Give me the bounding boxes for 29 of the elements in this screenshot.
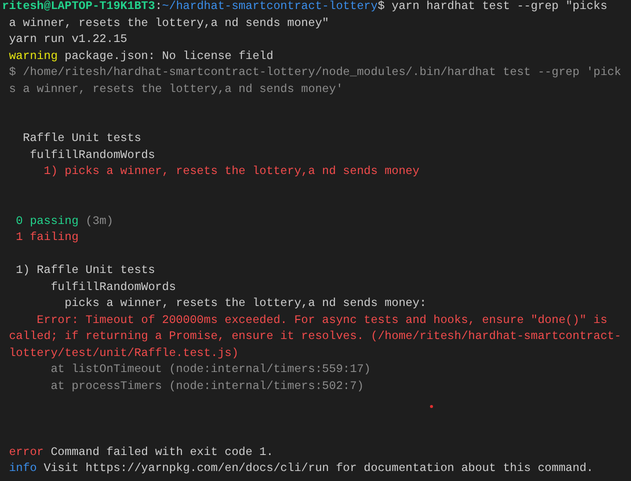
terminal-text: Command failed with exit code 1. xyxy=(50,446,274,458)
terminal-text: $ /home/ritesh/hardhat-smartcontract-lottery/node_modules/.bin/hardhat test --grep 'pick xyxy=(8,66,622,79)
terminal-text: $ yarn hardhat test --grep "picks xyxy=(378,0,608,13)
terminal-text: : xyxy=(155,0,162,13)
dot-mark xyxy=(430,405,433,408)
terminal-text: (3m) xyxy=(84,214,114,228)
terminal-text: 1) Raffle Unit tests xyxy=(14,264,156,277)
terminal-text: at listOnTimeout (node:internal/timers:559:17) xyxy=(50,363,371,376)
terminal-text: picks a winner, resets the lottery,a nd sends money: xyxy=(64,297,426,310)
terminal-text: s a winner, resets the lottery,a nd sends money' xyxy=(8,82,343,96)
warning-label: warning xyxy=(8,50,58,62)
terminal-text: Raffle Unit tests xyxy=(22,132,142,145)
terminal-text: fulfillRandomWords xyxy=(50,280,176,294)
error-text: called; if returning a Promise, ensure it resolves. (/home/ritesh/hardhat-smartcontract- xyxy=(8,330,622,343)
terminal-text: yarn run v1.22.15 xyxy=(8,33,128,46)
error-text: error xyxy=(8,446,44,458)
terminal-text: at processTimers (node:internal/timers:502:7) xyxy=(50,380,364,392)
error-text: lottery/test/unit/Raffle.test.js) xyxy=(8,346,239,360)
terminal-text: package.json: No license field xyxy=(64,50,274,62)
info-label: info xyxy=(8,462,37,475)
prompt-user: ritesh@LAPTOP-T19K1BT3 xyxy=(2,0,156,13)
terminal-text: fulfillRandomWords xyxy=(28,148,156,162)
error-text: 1 failing xyxy=(14,231,79,244)
error-text: Error: Timeout of 200000ms exceeded. For async tests and hooks, ensure "done()" is xyxy=(36,314,608,326)
terminal-text: Visit https://yarnpkg.com/en/docs/cli/run for documentation about this command. xyxy=(42,462,594,475)
terminal-text: a winner, resets the lottery,a nd sends money" xyxy=(8,16,329,30)
passing-count: 0 passing xyxy=(14,214,79,228)
error-text: 1) picks a winner, resets the lottery,a nd sends money xyxy=(42,165,420,178)
prompt-path: ~/hardhat-smartcontract-lottery xyxy=(162,0,378,13)
